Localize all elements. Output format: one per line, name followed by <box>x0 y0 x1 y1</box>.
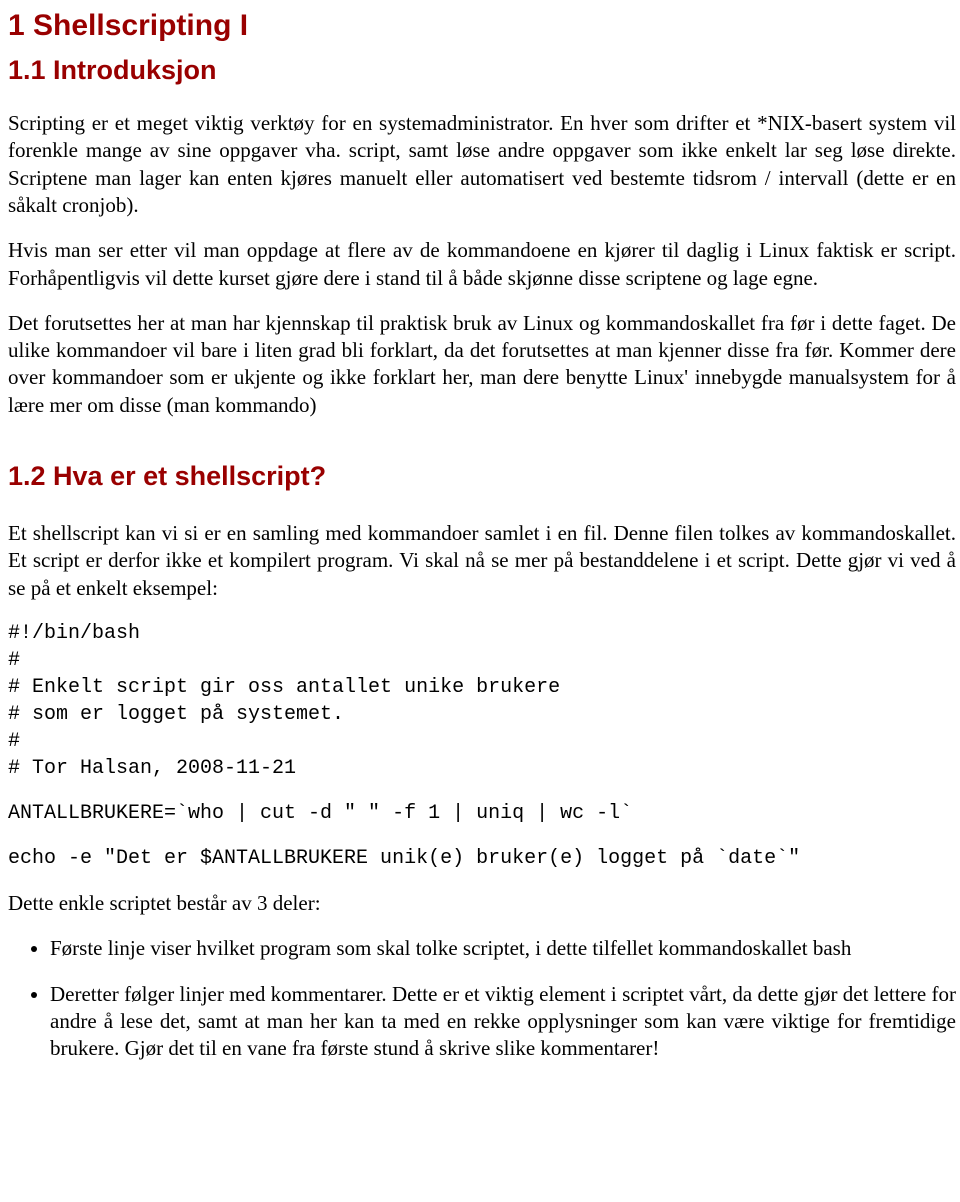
section-heading-intro: 1.1 Introduksjon <box>8 53 956 88</box>
paragraph: Dette enkle scriptet består av 3 deler: <box>8 890 956 917</box>
paragraph: Et shellscript kan vi si er en samling m… <box>8 520 956 602</box>
code-block: echo -e "Det er $ANTALLBRUKERE unik(e) b… <box>8 845 956 872</box>
code-block: #!/bin/bash # # Enkelt script gir oss an… <box>8 620 956 782</box>
paragraph: Det forutsettes her at man har kjennskap… <box>8 310 956 419</box>
document-page: 1 Shellscripting I 1.1 Introduksjon Scri… <box>0 0 960 1101</box>
section-heading-what: 1.2 Hva er et shellscript? <box>8 459 956 494</box>
list-item: Første linje viser hvilket program som s… <box>50 935 956 962</box>
document-title: 1 Shellscripting I <box>8 6 956 45</box>
code-block: ANTALLBRUKERE=`who | cut -d " " -f 1 | u… <box>8 800 956 827</box>
paragraph: Scripting er et meget viktig verktøy for… <box>8 110 956 219</box>
list-item: Deretter følger linjer med kommentarer. … <box>50 981 956 1063</box>
paragraph: Hvis man ser etter vil man oppdage at fl… <box>8 237 956 292</box>
bullet-list: Første linje viser hvilket program som s… <box>8 935 956 1062</box>
